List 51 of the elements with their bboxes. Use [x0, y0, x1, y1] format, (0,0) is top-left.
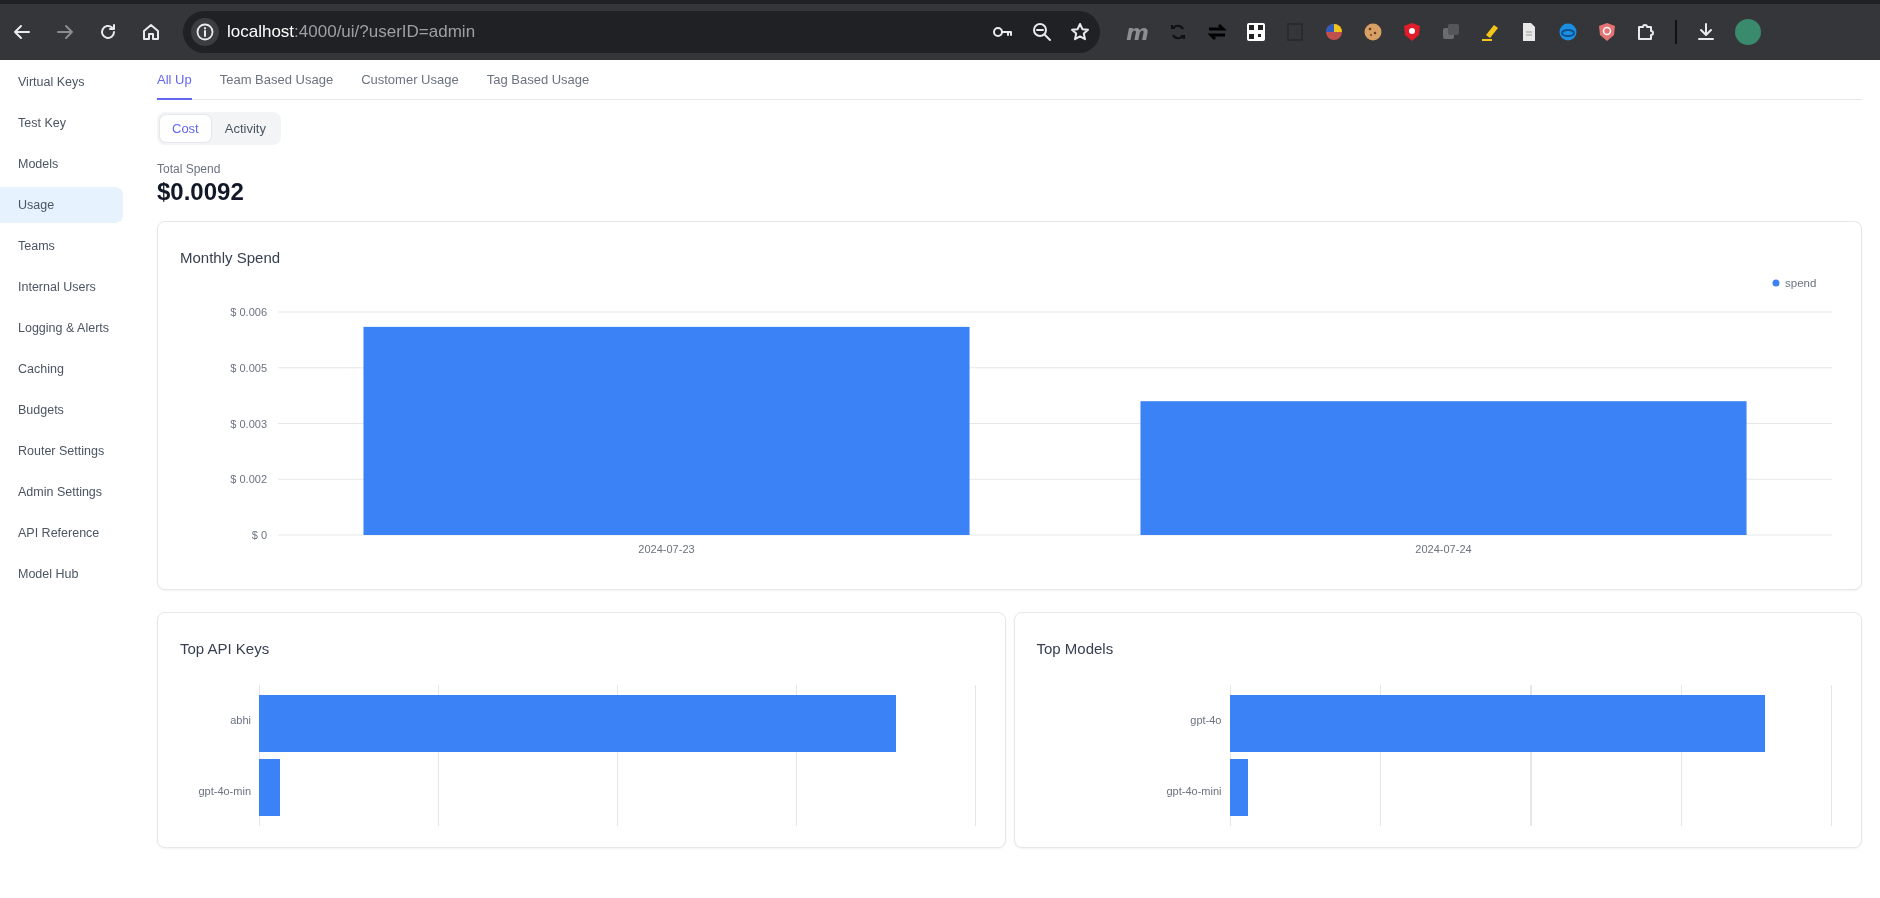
axis-tick-label: $ 0.005 [230, 361, 267, 374]
cookie-icon[interactable] [1362, 22, 1383, 42]
sidebar-item[interactable]: Usage [0, 187, 123, 223]
shield-icon[interactable] [1596, 22, 1617, 42]
highlighter-icon[interactable] [1479, 22, 1500, 42]
axis-tick-label: $ 0.006 [230, 306, 267, 318]
pie-chart-icon[interactable] [1323, 22, 1344, 42]
qr-code-icon[interactable] [1245, 22, 1266, 42]
legend-item: spend [1772, 277, 1817, 289]
shield-icon[interactable] [1401, 22, 1422, 42]
star-icon[interactable] [1070, 22, 1090, 42]
axis-label: abhi [230, 714, 251, 727]
sidebar-item[interactable]: Internal Users [0, 269, 123, 305]
tab[interactable]: Customer Usage [361, 60, 473, 100]
sidebar-item[interactable]: Logging & Alerts [0, 310, 123, 346]
profile-avatar[interactable] [1734, 19, 1761, 45]
total-spend-value: $0.0092 [157, 178, 245, 206]
legend-label: spend [1785, 277, 1817, 289]
tab[interactable]: All Up [157, 60, 192, 100]
axis-tick-label: 2024-07-24 [1415, 543, 1472, 555]
sidebar-item[interactable]: Budgets [0, 392, 123, 428]
sidebar-item[interactable]: Test Key [0, 105, 123, 141]
axis-tick-label: $ 0.003 [230, 417, 267, 430]
download-icon[interactable] [1695, 22, 1716, 42]
sidebar-item[interactable]: API Reference [0, 515, 123, 551]
total-spend-label: Total Spend [157, 162, 222, 176]
zoom-out-icon[interactable] [1032, 22, 1052, 42]
sidebar-item[interactable]: Virtual Keys [0, 64, 123, 100]
sidebar-item[interactable]: Admin Settings [0, 474, 123, 510]
tab[interactable]: Team Based Usage [219, 60, 348, 100]
axis-label: gpt-4o-min [198, 784, 251, 797]
toggle-button[interactable]: Activity [212, 115, 278, 142]
globe-icon[interactable] [1557, 22, 1578, 42]
sidebar-item[interactable]: Teams [0, 228, 123, 264]
axis-tick-label: 2024-07-23 [638, 543, 695, 555]
sidebar-item[interactable]: Router Settings [0, 433, 123, 469]
puzzle-icon[interactable] [1635, 22, 1656, 42]
extension-glyph[interactable]: m [1126, 19, 1149, 45]
axis-label: gpt-4o-mini [1166, 784, 1222, 797]
toggle-button[interactable]: Cost [160, 115, 211, 142]
sidebar-item[interactable]: Caching [0, 351, 123, 387]
axis-tick-label: $ 0 [251, 529, 267, 541]
card-title: Monthly Spend [180, 248, 282, 268]
card-title: Top Models [1036, 639, 1115, 659]
axis-label: gpt-4o [1190, 714, 1222, 727]
axis-tick-label: $ 0.002 [230, 473, 267, 486]
tab[interactable]: Tag Based Usage [486, 60, 604, 100]
sidebar-item[interactable]: Model Hub [0, 556, 123, 592]
sidebar-item[interactable]: Models [0, 146, 123, 182]
card-title: Top API Keys [180, 639, 271, 659]
site-info-icon[interactable] [191, 18, 219, 46]
